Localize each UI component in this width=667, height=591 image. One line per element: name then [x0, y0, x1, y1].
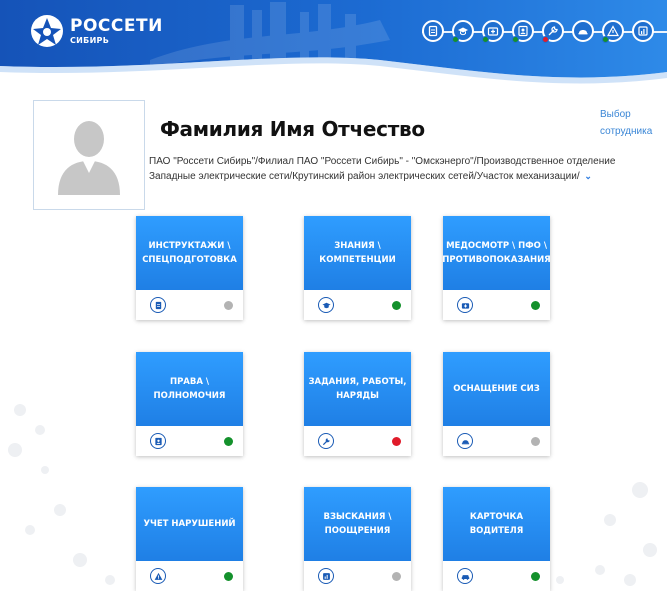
nav-status-dot: [452, 36, 459, 43]
nav-clipboard-icon[interactable]: [422, 20, 444, 42]
card-title: КАРТОЧКА ВОДИТЕЛЯ: [443, 487, 550, 561]
rosseti-logo-icon: [31, 15, 63, 47]
card-title: ИНСТРУКТАЖИ \ СПЕЦПОДГОТОВКА: [136, 216, 243, 290]
card-medical-kit[interactable]: МЕДОСМОТР \ ПФО \ ПРОТИВОПОКАЗАНИЯ: [442, 216, 551, 320]
nav-wrench-icon[interactable]: [542, 20, 564, 43]
section-nav: [422, 20, 667, 44]
avatar-placeholder-icon: [58, 121, 120, 195]
employee-name: Фамилия Имя Отчество: [160, 117, 425, 141]
nav-status-dot: [482, 36, 489, 43]
graduation-cap-icon: [318, 297, 334, 313]
chart-icon: [318, 568, 334, 584]
brand-logo[interactable]: РОССЕТИ СИБИРЬ: [30, 14, 163, 48]
status-indicator: [392, 301, 401, 310]
card-clipboard[interactable]: ИНСТРУКТАЖИ \ СПЕЦПОДГОТОВКА: [136, 216, 243, 320]
id-badge-icon: [150, 433, 166, 449]
card-title: ОСНАЩЕНИЕ СИЗ: [443, 352, 550, 426]
helmet-icon: [457, 433, 473, 449]
status-indicator: [531, 572, 540, 581]
card-title: ПРАВА \ ПОЛНОМОЧИЯ: [136, 352, 243, 426]
status-indicator: [531, 301, 540, 310]
card-wrench[interactable]: ЗАДАНИЯ, РАБОТЫ, НАРЯДЫ: [304, 352, 411, 456]
select-employee-link[interactable]: Выбор сотрудника: [600, 106, 660, 140]
nav-id-badge-icon[interactable]: [512, 20, 534, 43]
status-indicator: [224, 572, 233, 581]
medical-kit-icon: [457, 297, 473, 313]
employee-photo: [33, 100, 145, 210]
nav-status-dot: [542, 36, 549, 43]
org-path-text: ПАО "Россети Сибирь"/Филиал ПАО "Россети…: [149, 156, 616, 182]
nav-status-dot: [602, 36, 609, 43]
card-title: ВЗЫСКАНИЯ \ ПООЩРЕНИЯ: [304, 487, 411, 561]
nav-chart-icon[interactable]: [632, 20, 654, 42]
nav-status-dot: [512, 36, 519, 43]
card-chart[interactable]: ВЗЫСКАНИЯ \ ПООЩРЕНИЯ: [304, 487, 411, 591]
card-car[interactable]: КАРТОЧКА ВОДИТЕЛЯ: [443, 487, 550, 591]
status-indicator: [224, 437, 233, 446]
warning-icon: [150, 568, 166, 584]
wrench-icon: [318, 433, 334, 449]
org-path: ПАО "Россети Сибирь"/Филиал ПАО "Россети…: [149, 155, 654, 184]
car-icon: [457, 568, 473, 584]
nav-medical-kit-icon[interactable]: [482, 20, 504, 43]
card-title: ЗНАНИЯ \ КОМПЕТЕНЦИИ: [304, 216, 411, 290]
card-title: УЧЕТ НАРУШЕНИЙ: [136, 487, 243, 561]
card-graduation-cap[interactable]: ЗНАНИЯ \ КОМПЕТЕНЦИИ: [304, 216, 411, 320]
nav-warning-icon[interactable]: [602, 20, 624, 43]
status-indicator: [392, 437, 401, 446]
status-indicator: [531, 437, 540, 446]
chevron-down-icon[interactable]: ⌄: [584, 169, 592, 183]
status-indicator: [392, 572, 401, 581]
nav-helmet-icon[interactable]: [572, 20, 594, 42]
card-title: ЗАДАНИЯ, РАБОТЫ, НАРЯДЫ: [304, 352, 411, 426]
card-title: МЕДОСМОТР \ ПФО \ ПРОТИВОПОКАЗАНИЯ: [442, 216, 551, 290]
card-warning[interactable]: УЧЕТ НАРУШЕНИЙ: [136, 487, 243, 591]
brand-subname: СИБИРЬ: [70, 35, 110, 45]
nav-graduation-cap-icon[interactable]: [452, 20, 474, 43]
brand-name: РОССЕТИ: [70, 15, 163, 36]
card-id-badge[interactable]: ПРАВА \ ПОЛНОМОЧИЯ: [136, 352, 243, 456]
clipboard-icon: [150, 297, 166, 313]
card-helmet[interactable]: ОСНАЩЕНИЕ СИЗ: [443, 352, 550, 456]
header-banner: РОССЕТИ СИБИРЬ: [0, 0, 667, 88]
status-indicator: [224, 301, 233, 310]
